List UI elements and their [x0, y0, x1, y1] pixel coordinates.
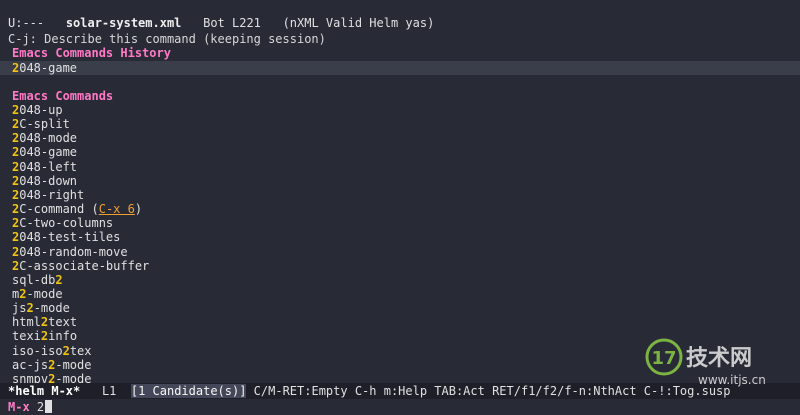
match-char: 2: [26, 301, 34, 316]
command-candidate[interactable]: m2-mode: [0, 287, 800, 301]
candidate-rest: text: [48, 315, 78, 330]
command-candidate[interactable]: sql-db2: [0, 273, 800, 287]
buffer-name: solar-system.xml: [65, 16, 182, 30]
command-candidate[interactable]: 2048-left: [0, 160, 800, 174]
command-candidate[interactable]: 2048-test-tiles: [0, 230, 800, 244]
candidate-rest: 048-mode: [19, 131, 78, 146]
candidate-rest: 048-left: [19, 159, 78, 174]
logo-text: 技术网: [686, 346, 752, 371]
candidate-rest: info: [48, 329, 78, 344]
command-candidate[interactable]: 2048-mode: [0, 131, 800, 145]
keybinding[interactable]: C-x 6: [99, 202, 135, 216]
command-candidate[interactable]: 2048-down: [0, 174, 800, 188]
logo-number: 17: [651, 348, 676, 369]
candidate-prefix: iso-iso: [12, 343, 63, 358]
history-item[interactable]: 2048-game: [0, 61, 800, 75]
minibuffer-input[interactable]: 2: [37, 400, 44, 414]
candidate-prefix: ac-js: [12, 357, 49, 372]
candidate-count: [1 Candidate(s)]: [130, 384, 247, 398]
command-candidate[interactable]: 2C-associate-buffer: [0, 259, 800, 273]
watermark-logo: 17 技术网 www.itjs.cn: [645, 338, 766, 387]
candidate-rest: C-two-columns: [19, 216, 114, 231]
command-candidate[interactable]: 2C-command (C-x 6): [0, 202, 800, 216]
helm-hint: C-j: Describe this command (keeping sess…: [8, 32, 326, 46]
candidate-rest: 048-random-move: [19, 244, 128, 259]
candidate-rest: -mode: [33, 301, 70, 316]
buffer-position: Bot L221: [203, 16, 261, 30]
match-char: 2: [55, 272, 63, 287]
major-modes: (nXML Valid Helm yas): [282, 16, 435, 30]
command-candidate[interactable]: 2048-up: [0, 103, 800, 117]
logo-url: www.itjs.cn: [698, 373, 766, 387]
text-cursor: [45, 400, 53, 413]
mode-line-top: U:--- solar-system.xml Bot L221 (nXML Va…: [0, 16, 800, 30]
candidate-rest: tex: [69, 343, 92, 358]
command-candidate[interactable]: 2C-split: [0, 117, 800, 131]
buffer-status: U:---: [8, 16, 45, 30]
command-candidate[interactable]: 2C-two-columns: [0, 216, 800, 230]
candidate-rest: -mode: [26, 286, 63, 301]
command-candidate[interactable]: 2048-right: [0, 188, 800, 202]
helm-buffer-name: *helm M-x*: [8, 384, 81, 398]
candidate-rest: 048-right: [19, 187, 85, 202]
command-candidate[interactable]: html2text: [0, 315, 800, 329]
line-number: L1: [101, 384, 117, 398]
command-candidate[interactable]: js2-mode: [0, 301, 800, 315]
candidate-prefix: sql-db: [12, 272, 56, 287]
candidate-rest: 048-test-tiles: [19, 230, 121, 245]
candidate-prefix: texi: [12, 329, 41, 344]
match-char: 2: [62, 343, 70, 358]
candidate-rest: 048-game: [19, 145, 78, 160]
candidate-rest: 048-up: [19, 103, 63, 117]
candidate-rest: 048-down: [19, 173, 78, 188]
history-header: Emacs Commands History: [12, 46, 171, 60]
commands-header: Emacs Commands: [12, 89, 114, 103]
candidate-rest: 048-game: [19, 61, 78, 75]
mx-prompt: M-x: [8, 400, 30, 414]
candidate-rest: C-associate-buffer: [19, 258, 150, 273]
candidate-prefix: js: [12, 301, 27, 316]
candidate-prefix: html: [12, 315, 41, 330]
candidate-rest: C-command (: [19, 202, 99, 217]
candidate-rest: -mode: [55, 357, 92, 372]
candidate-suffix: ): [134, 202, 143, 217]
command-candidate[interactable]: 2048-game: [0, 145, 800, 159]
minibuffer[interactable]: M-x 2: [0, 399, 800, 415]
candidate-rest: C-split: [19, 117, 70, 132]
command-candidate[interactable]: 2048-random-move: [0, 245, 800, 259]
